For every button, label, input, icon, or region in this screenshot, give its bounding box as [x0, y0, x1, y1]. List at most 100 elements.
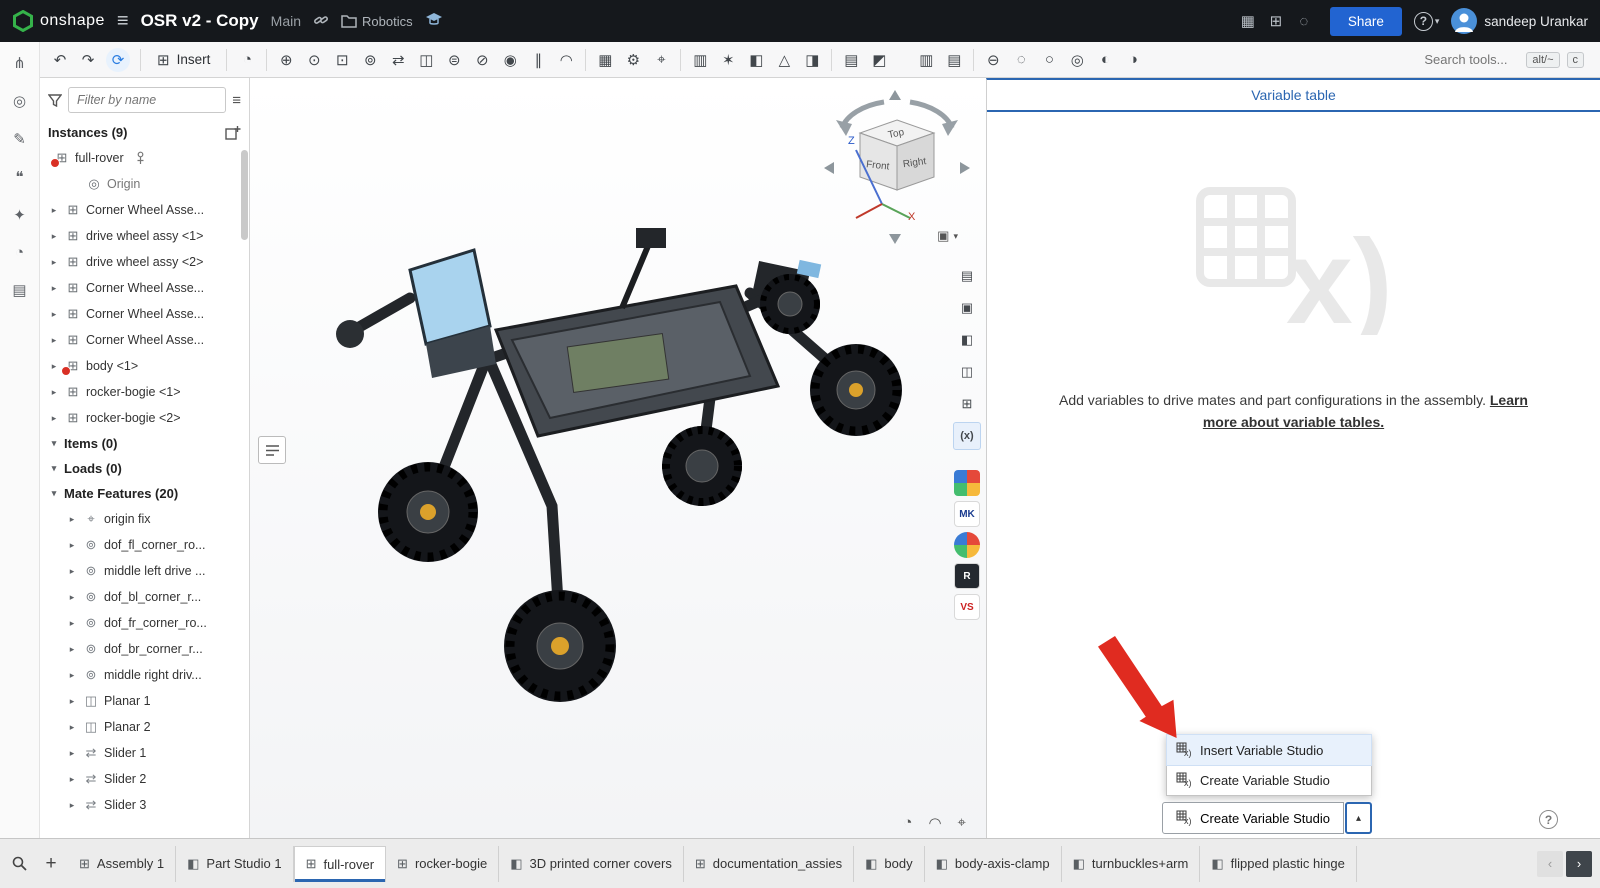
- explode-icon[interactable]: △: [770, 46, 798, 74]
- circular-pattern-icon[interactable]: ✶: [714, 46, 742, 74]
- fastened-mate-icon[interactable]: ⊡: [328, 46, 356, 74]
- snapshot-icon[interactable]: ◨: [798, 46, 826, 74]
- branch-label[interactable]: Main: [271, 13, 301, 29]
- root-assembly-row[interactable]: ⊞ full-rover: [40, 145, 249, 171]
- mate-feature-row[interactable]: ▸⌖origin fix: [40, 506, 249, 532]
- help-menu-button[interactable]: ? ▾: [1414, 12, 1440, 31]
- variable-studio-dropdown-toggle[interactable]: ▴: [1345, 802, 1372, 834]
- performance-icon[interactable]: ◔: [903, 814, 912, 832]
- tab-documentation-assies[interactable]: ⊞documentation_assies: [684, 846, 854, 882]
- comments-icon[interactable]: ❝: [15, 168, 23, 186]
- assembly-history-icon[interactable]: ◔: [233, 46, 261, 74]
- feature-edit-icon[interactable]: ✎: [13, 130, 26, 148]
- instance-row[interactable]: ▸⊞Corner Wheel Asse...: [40, 327, 249, 353]
- sync-status-icon[interactable]: ◠: [928, 814, 941, 832]
- redo-icon[interactable]: ↷: [74, 46, 102, 74]
- chevron-right-icon[interactable]: ▸: [48, 309, 60, 320]
- mate-list-flyout-button[interactable]: [258, 436, 286, 464]
- instances-section-header[interactable]: Instances (9): [40, 120, 249, 145]
- view-cube[interactable]: Top Front Right Z X: [822, 86, 972, 251]
- pin-slot-mate-icon[interactable]: ⊘: [468, 46, 496, 74]
- chevron-right-icon[interactable]: ▸: [48, 413, 60, 424]
- loads-section-header[interactable]: ▾ Loads (0): [40, 456, 249, 481]
- chevron-right-icon[interactable]: ▸: [66, 644, 78, 655]
- chevron-right-icon[interactable]: ▸: [48, 387, 60, 398]
- tab-body[interactable]: ◧body: [854, 846, 925, 882]
- structure-icon[interactable]: ▤: [940, 46, 968, 74]
- history-icon[interactable]: ◔: [15, 244, 24, 261]
- rotate-down-arrow[interactable]: [889, 234, 901, 244]
- insert-button[interactable]: ⊞ Insert: [147, 46, 220, 74]
- search-tools[interactable]: alt/~ c: [1424, 52, 1594, 68]
- add-tab-button[interactable]: +: [36, 849, 66, 879]
- undo-icon[interactable]: ↶: [46, 46, 74, 74]
- tab-turnbuckles-arm[interactable]: ◧turnbuckles+arm: [1062, 846, 1201, 882]
- section-panel-icon[interactable]: ◫: [953, 358, 981, 386]
- filter-by-name-input[interactable]: [68, 87, 226, 113]
- filter-icon[interactable]: [48, 94, 62, 107]
- items-section-header[interactable]: ▾ Items (0): [40, 431, 249, 456]
- mate-feature-row[interactable]: ▸⊚dof_bl_corner_r...: [40, 584, 249, 610]
- mate-feature-row[interactable]: ▸⊚middle right driv...: [40, 662, 249, 688]
- chevron-right-icon[interactable]: ▸: [66, 800, 78, 811]
- mate-feature-row[interactable]: ▸◫Planar 1: [40, 688, 249, 714]
- parallel-mate-icon[interactable]: ∥: [524, 46, 552, 74]
- tab-body-axis-clamp[interactable]: ◧body-axis-clamp: [925, 846, 1062, 882]
- slider-mate-icon[interactable]: ⇄: [384, 46, 412, 74]
- view-options-cube-button[interactable]: ▣ ▾: [937, 228, 958, 244]
- link-icon[interactable]: [313, 12, 329, 31]
- share-button[interactable]: Share: [1330, 7, 1402, 36]
- transparency-icon[interactable]: ◐: [1091, 46, 1119, 74]
- instance-row[interactable]: ▸⊞rocker-bogie <1>: [40, 379, 249, 405]
- pinwheel-app-icon[interactable]: [954, 532, 980, 558]
- help-button[interactable]: ?: [1539, 810, 1558, 829]
- sync-icon[interactable]: ⟳: [106, 48, 130, 72]
- mate-feature-row[interactable]: ▸◫Planar 2: [40, 714, 249, 740]
- menu-item-insert-variable-studio[interactable]: x) Insert Variable Studio: [1167, 735, 1371, 765]
- hide-instances-icon[interactable]: ○: [1035, 46, 1063, 74]
- properties-panel-icon[interactable]: ▤: [953, 262, 981, 290]
- bom-icon[interactable]: ▥: [912, 46, 940, 74]
- mate-feature-row[interactable]: ▸⊚middle left drive ...: [40, 558, 249, 584]
- mk-app-icon[interactable]: MK: [954, 501, 980, 527]
- chevron-right-icon[interactable]: ▸: [48, 283, 60, 294]
- appearance-panel-icon[interactable]: ◧: [953, 326, 981, 354]
- custom-apps-icon[interactable]: [954, 470, 980, 496]
- instance-row[interactable]: ▸⊞Corner Wheel Asse...: [40, 301, 249, 327]
- named-positions-icon[interactable]: ◩: [865, 46, 893, 74]
- revolute-mate-icon[interactable]: ⊚: [356, 46, 384, 74]
- document-title[interactable]: OSR v2 - Copy: [141, 11, 259, 31]
- chevron-right-icon[interactable]: ▸: [48, 335, 60, 346]
- hide-mates-icon[interactable]: ⊖: [979, 46, 1007, 74]
- instance-row[interactable]: ▸⊞Corner Wheel Asse...: [40, 197, 249, 223]
- mate-features-section-header[interactable]: ▾ Mate Features (20): [40, 481, 249, 506]
- instance-row[interactable]: ▸⊞drive wheel assy <2>: [40, 249, 249, 275]
- app-grid-icon[interactable]: ⊞: [1262, 7, 1290, 35]
- tangent-mate-icon[interactable]: ◠: [552, 46, 580, 74]
- mate-connector-icon[interactable]: ⊙: [300, 46, 328, 74]
- chevron-right-icon[interactable]: ▸: [66, 592, 78, 603]
- chevron-right-icon[interactable]: ▸: [66, 774, 78, 785]
- chevron-right-icon[interactable]: ▸: [48, 205, 60, 216]
- chevron-right-icon[interactable]: ▸: [66, 670, 78, 681]
- tab-full-rover[interactable]: ⊞full-rover: [294, 846, 386, 882]
- mate-feature-row[interactable]: ▸⇄Slider 2: [40, 766, 249, 792]
- tree-options-icon[interactable]: ≡: [232, 92, 241, 109]
- chevron-right-icon[interactable]: ▸: [66, 722, 78, 733]
- follow-mode-icon[interactable]: ◎: [13, 92, 26, 110]
- scroll-tabs-left-button[interactable]: ‹: [1537, 851, 1563, 877]
- tree-scrollbar[interactable]: [241, 150, 248, 240]
- user-menu[interactable]: sandeep Urankar: [1451, 8, 1588, 34]
- search-tools-input[interactable]: [1424, 52, 1519, 67]
- instance-row[interactable]: ▸⊞body <1>: [40, 353, 249, 379]
- section-view-icon[interactable]: ◑: [1119, 46, 1147, 74]
- tab-part-studio-1[interactable]: ◧Part Studio 1: [176, 846, 293, 882]
- analytics-icon[interactable]: ▦: [1234, 7, 1262, 35]
- chevron-right-icon[interactable]: ▸: [48, 231, 60, 242]
- render-app-icon[interactable]: R: [954, 563, 980, 589]
- origin-row[interactable]: ◎ Origin: [40, 171, 249, 197]
- isolate-icon[interactable]: ◎: [1063, 46, 1091, 74]
- tab-flipped-plastic-hinge[interactable]: ◧flipped plastic hinge: [1200, 846, 1357, 882]
- mirror-icon[interactable]: ◧: [742, 46, 770, 74]
- mate-icon[interactable]: ⊕: [272, 46, 300, 74]
